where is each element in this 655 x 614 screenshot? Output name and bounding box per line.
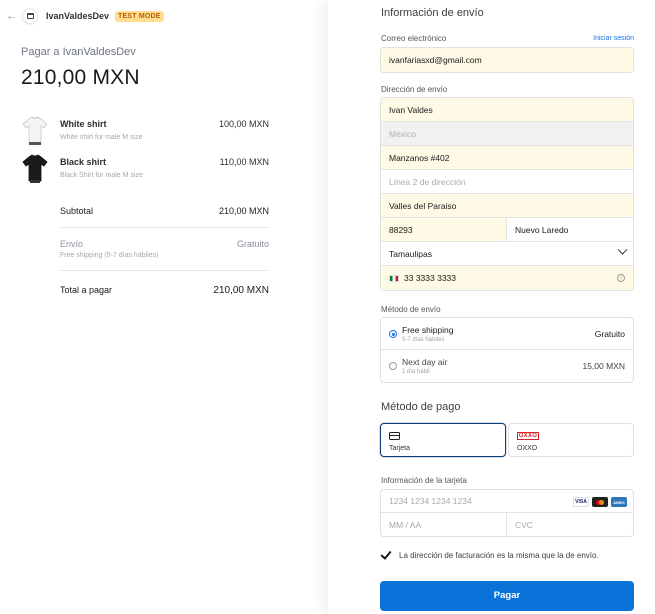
shipping-option-next-day[interactable]: Next day air 1 día hábil 15,00 MXN xyxy=(381,350,633,382)
billing-same-label: La dirección de facturación es la misma … xyxy=(399,550,599,560)
test-mode-badge: TEST MODE xyxy=(115,10,164,22)
option-sub: 5-7 días hábiles xyxy=(402,337,445,343)
card-info-box: 1234 1234 1234 1234 VISA AMEX MM / AA CV… xyxy=(380,489,634,537)
option-name: Free shipping xyxy=(402,325,454,335)
email-label: Correo electrónico xyxy=(381,34,447,43)
name-field[interactable]: Ivan Valdes xyxy=(381,98,633,122)
option-sub: 1 día hábil xyxy=(402,369,430,375)
line-item: Black shirt Black Shirt for male M size … xyxy=(22,153,269,183)
shipping-method-box: Free shipping 5-7 días hábiles Gratuito … xyxy=(380,317,634,383)
order-summary-panel: ← IvanValdesDev TEST MODE Pagar a IvanVa… xyxy=(0,0,328,614)
pay-button[interactable]: Pagar xyxy=(380,581,634,611)
city-field[interactable]: Nuevo Laredo xyxy=(507,218,633,241)
total-value: 210,00 MXN xyxy=(213,285,269,296)
arrow-left-icon[interactable]: ← xyxy=(6,10,18,22)
card-number-field[interactable]: 1234 1234 1234 1234 VISA AMEX xyxy=(381,490,633,513)
subtotal-value: 210,00 MXN xyxy=(218,206,269,216)
login-link[interactable]: Iniciar sesión xyxy=(593,35,634,42)
chevron-down-icon xyxy=(617,244,628,255)
tab-card-label: Tarjeta xyxy=(389,445,411,452)
shipping-option-free[interactable]: Free shipping 5-7 días hábiles Gratuito xyxy=(381,318,633,350)
mastercard-icon xyxy=(592,497,608,507)
info-icon[interactable]: i xyxy=(617,274,625,282)
black-shirt-image xyxy=(22,154,48,183)
mexico-flag-icon xyxy=(389,274,399,282)
expiry-cvc-row: MM / AA CVC xyxy=(381,513,633,536)
card-brands: VISA AMEX xyxy=(573,497,627,507)
total-amount: 210,00 MXN xyxy=(21,66,140,89)
amex-icon: AMEX xyxy=(611,497,627,507)
shipping-value: Gratuito xyxy=(236,239,269,249)
checkout-form-panel: Información de envío Correo electrónico … xyxy=(328,0,655,614)
checkmark-icon[interactable] xyxy=(380,549,392,561)
item-name: White shirt xyxy=(60,119,107,129)
billing-same-checkbox[interactable]: La dirección de facturación es la misma … xyxy=(380,549,599,561)
address-label: Dirección de envío xyxy=(381,85,448,94)
option-price: 15,00 MXN xyxy=(582,361,625,371)
credit-card-icon xyxy=(389,432,400,440)
tab-card[interactable]: Tarjeta xyxy=(380,423,506,457)
postal-code-field[interactable]: 88293 xyxy=(381,218,507,241)
business-logo-icon xyxy=(22,8,38,24)
item-description: Black Shirt for male M size xyxy=(60,172,143,179)
shipping-info-title: Información de envío xyxy=(381,7,484,19)
postal-city-row: 88293 Nuevo Laredo xyxy=(381,218,633,242)
tab-oxxo-label: OXXO xyxy=(517,445,538,452)
top-bar: ← IvanValdesDev TEST MODE xyxy=(6,8,164,24)
email-field[interactable]: ivanfariasxd@gmail.com xyxy=(381,48,633,72)
tab-oxxo[interactable]: OXXO OXXO xyxy=(508,423,634,457)
radio-unselected-icon[interactable] xyxy=(389,362,397,370)
visa-icon: VISA xyxy=(573,497,589,507)
payment-method-title: Método de pago xyxy=(381,401,461,413)
line-item: White shirt White shirt for male M size … xyxy=(22,115,269,145)
radio-selected-icon[interactable] xyxy=(389,330,397,338)
address-line2-field[interactable]: Línea 2 de dirección xyxy=(381,170,633,194)
total-label: Total a pagar xyxy=(60,285,113,295)
white-shirt-image xyxy=(22,116,48,145)
address-box: Ivan Valdes México Manzanos #402 Línea 2… xyxy=(380,97,634,291)
neighborhood-field[interactable]: Valles del Paraiso xyxy=(381,194,633,218)
option-price: Gratuito xyxy=(594,329,625,339)
item-name: Black shirt xyxy=(60,157,107,167)
card-number-placeholder: 1234 1234 1234 1234 xyxy=(389,496,472,506)
state-value: Tamaulipas xyxy=(389,248,432,259)
shipping-method-label: Método de envío xyxy=(381,305,441,314)
item-price: 110,00 MXN xyxy=(219,157,269,167)
phone-value: 33 3333 3333 xyxy=(404,273,456,283)
shipping-description: Free shipping (5-7 días hábiles) xyxy=(60,252,159,259)
divider xyxy=(60,270,269,271)
shipping-label: Envío xyxy=(60,239,84,249)
pay-to-label: Pagar a IvanValdesDev xyxy=(21,46,136,58)
oxxo-logo-icon: OXXO xyxy=(517,432,539,440)
expiry-field[interactable]: MM / AA xyxy=(381,513,507,536)
item-price: 100,00 MXN xyxy=(218,119,269,129)
phone-field[interactable]: 33 3333 3333 i xyxy=(381,266,633,290)
business-name: IvanValdesDev xyxy=(46,11,110,21)
card-info-label: Información de la tarjeta xyxy=(381,476,467,485)
state-select[interactable]: Tamaulipas xyxy=(381,242,633,266)
divider xyxy=(60,227,269,228)
email-box: ivanfariasxd@gmail.com xyxy=(380,47,634,73)
option-name: Next day air xyxy=(402,357,448,367)
address-line1-field[interactable]: Manzanos #402 xyxy=(381,146,633,170)
item-description: White shirt for male M size xyxy=(60,134,143,141)
subtotal-label: Subtotal xyxy=(60,206,94,216)
cvc-field[interactable]: CVC xyxy=(507,513,633,536)
country-field[interactable]: México xyxy=(381,122,633,146)
